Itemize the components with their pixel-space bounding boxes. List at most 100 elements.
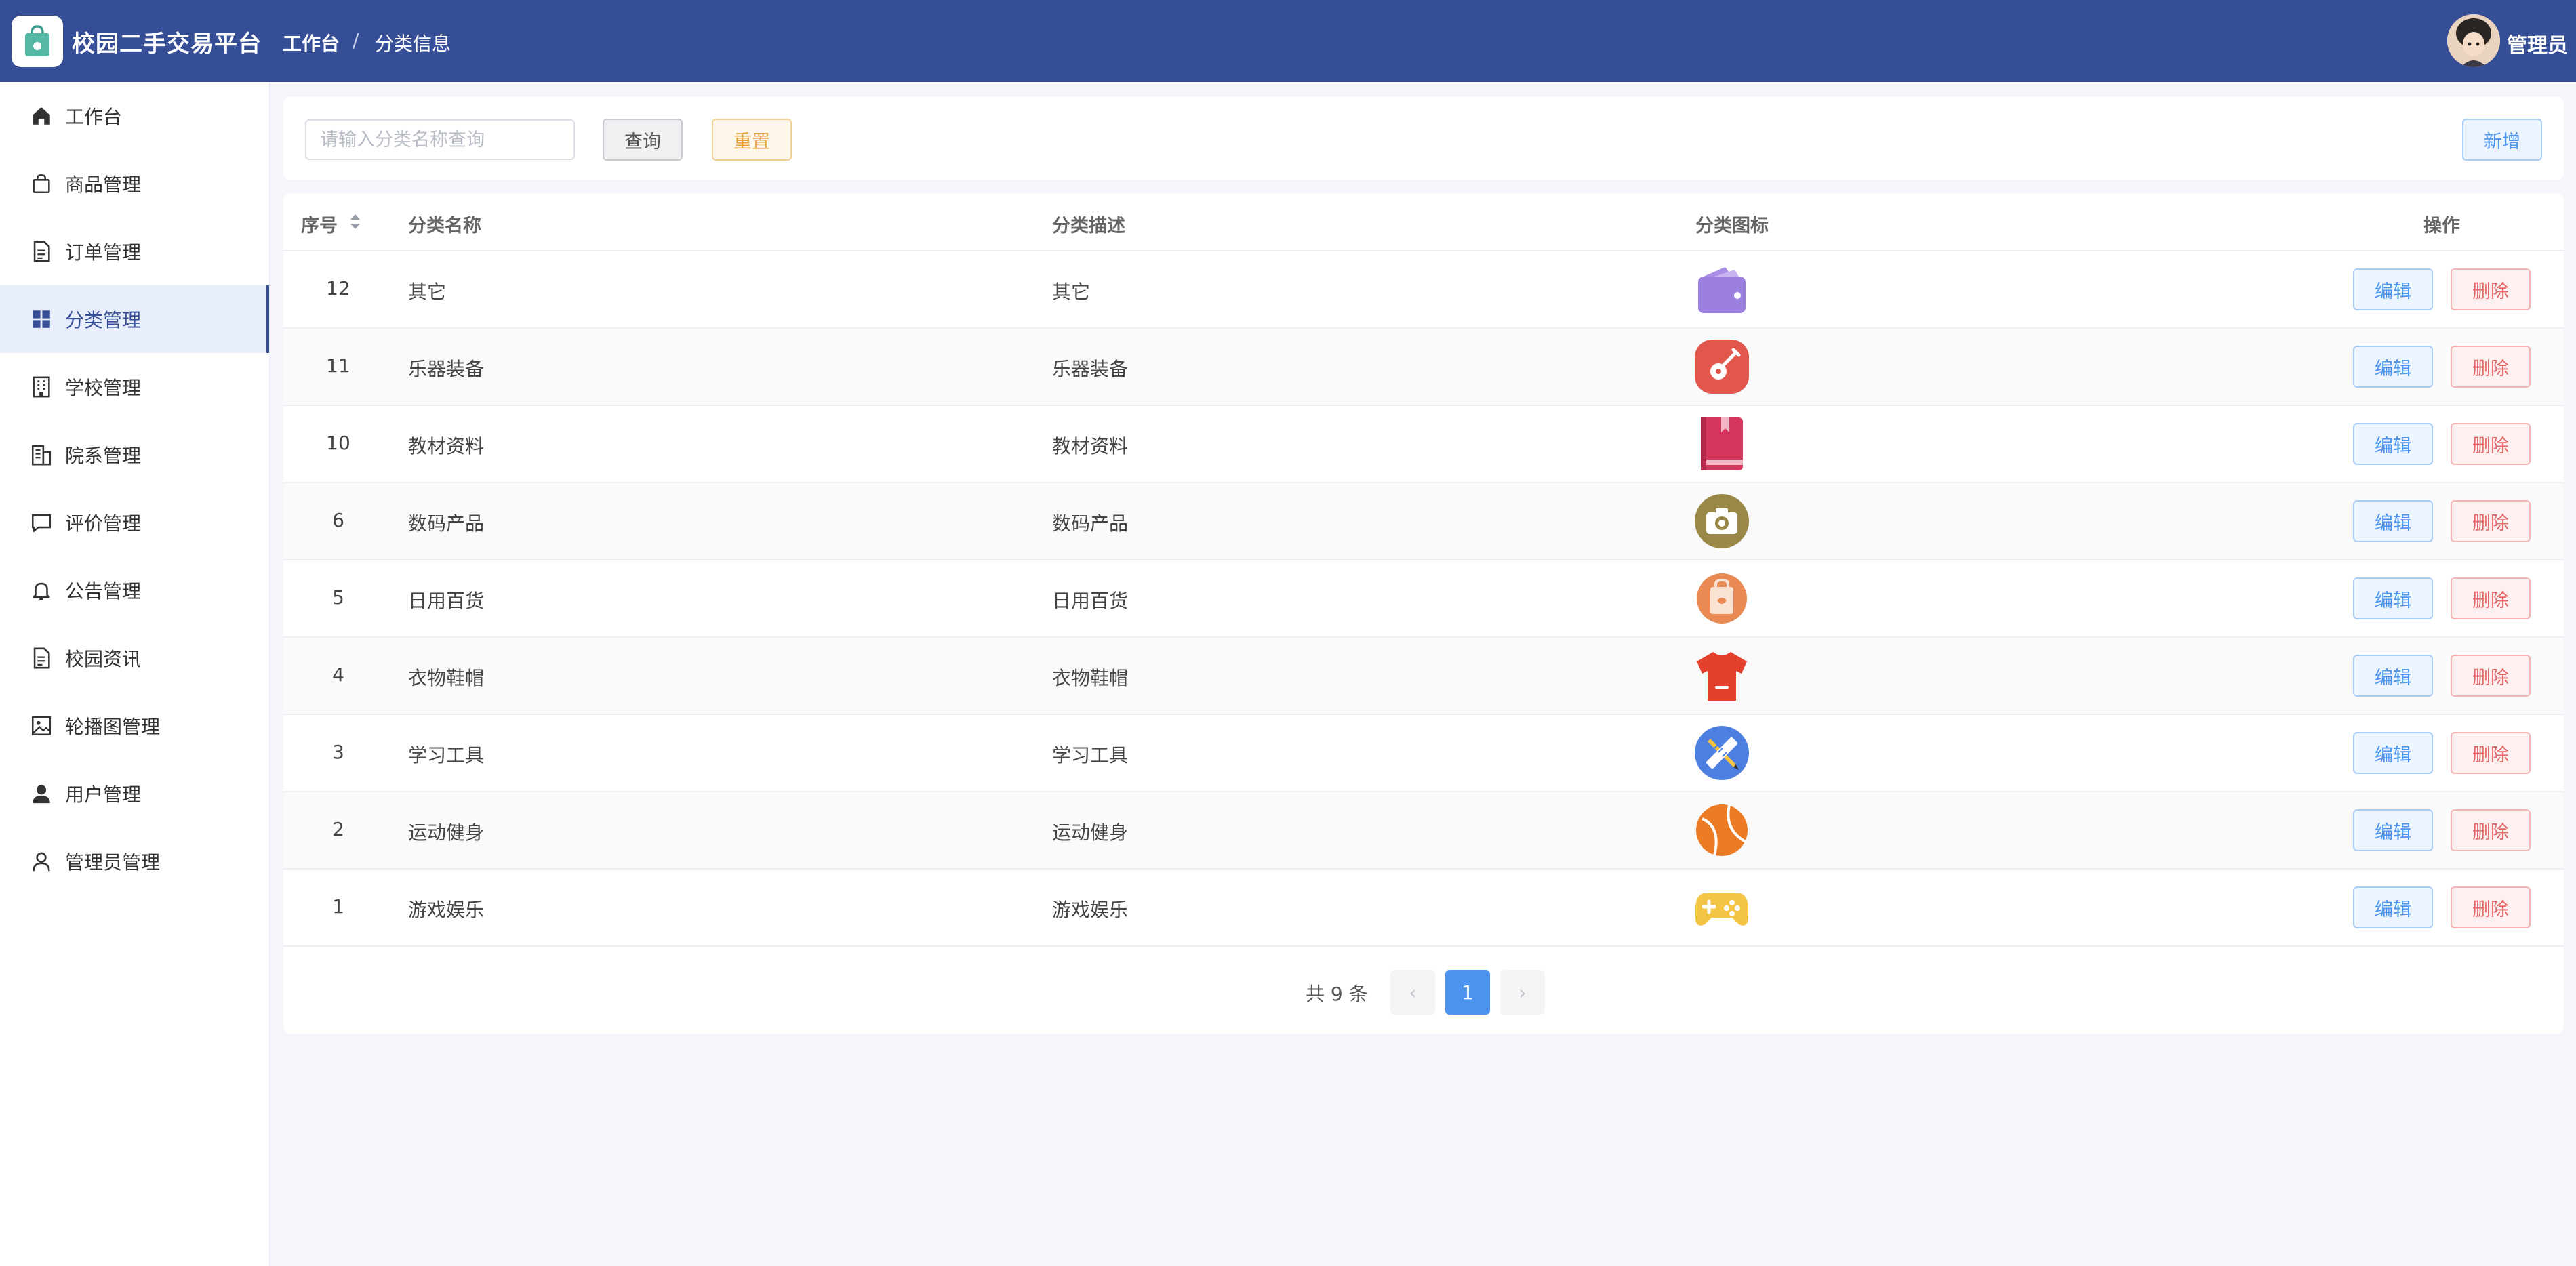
cell-id: 4 <box>332 663 344 686</box>
cell-desc: 其它 <box>1052 281 1091 303</box>
edit-button[interactable]: 编辑 <box>2353 268 2433 310</box>
shirt-icon <box>1697 652 1747 701</box>
edit-button[interactable]: 编辑 <box>2353 577 2433 619</box>
edit-button[interactable]: 编辑 <box>2353 732 2433 774</box>
cell-id: 12 <box>326 277 350 300</box>
edit-button[interactable]: 编辑 <box>2353 500 2433 542</box>
shopping-bag-icon <box>1697 573 1747 624</box>
sidebar-item-goods[interactable]: 商品管理 <box>0 150 269 218</box>
cell-id: 6 <box>332 509 344 531</box>
sidebar-item-orders[interactable]: 订单管理 <box>0 218 269 285</box>
cell-id: 5 <box>332 586 344 609</box>
sidebar-item-label: 轮播图管理 <box>65 716 161 738</box>
sidebar-item-categories[interactable]: 分类管理 <box>0 285 269 353</box>
grid-icon <box>33 310 50 328</box>
add-button[interactable]: 新增 <box>2462 119 2542 161</box>
breadcrumb-current: 分类信息 <box>375 33 451 55</box>
logo <box>12 16 63 67</box>
sidebar-item-departments[interactable]: 院系管理 <box>0 421 269 489</box>
cell-name: 其它 <box>408 281 447 303</box>
category-search-input[interactable] <box>305 119 575 160</box>
cell-name: 学习工具 <box>408 744 485 767</box>
cell-name: 衣物鞋帽 <box>408 667 485 689</box>
total-count: 共 9 条 <box>1306 983 1368 1005</box>
cell-id: 2 <box>332 818 344 840</box>
delete-button[interactable]: 删除 <box>2451 346 2531 388</box>
table-row: 4 衣物鞋帽 衣物鞋帽 编辑 删除 <box>283 638 2564 715</box>
wallet-icon <box>1698 267 1746 313</box>
edit-button[interactable]: 编辑 <box>2353 423 2433 465</box>
sort-caret-icon[interactable] <box>349 213 361 230</box>
prev-page-button[interactable]: ‹ <box>1390 970 1435 1015</box>
office-icon <box>31 445 52 466</box>
sidebar-item-label: 订单管理 <box>65 241 142 264</box>
sidebar-item-admins[interactable]: 管理员管理 <box>0 828 269 895</box>
sidebar-item-label: 院系管理 <box>65 445 142 467</box>
cell-id: 1 <box>332 895 344 918</box>
table-row: 2 运动健身 运动健身 编辑 删除 <box>283 792 2564 870</box>
sidebar-item-news[interactable]: 校园资讯 <box>0 624 269 692</box>
edit-button[interactable]: 编辑 <box>2353 809 2433 851</box>
sidebar: 工作台 商品管理 订单管理 分类管理 学校管理 院系管理 评价管理 公告管理 校… <box>0 82 270 1266</box>
table-row: 5 日用百货 日用百货 编辑 删除 <box>283 560 2564 638</box>
sidebar-item-notices[interactable]: 公告管理 <box>0 556 269 624</box>
delete-button[interactable]: 删除 <box>2451 886 2531 928</box>
sidebar-item-label: 校园资讯 <box>65 648 142 670</box>
camera-icon <box>1695 494 1749 548</box>
basketball-icon <box>1696 804 1748 856</box>
cell-id: 10 <box>326 432 350 454</box>
avatar[interactable] <box>2447 14 2500 67</box>
edit-button[interactable]: 编辑 <box>2353 886 2433 928</box>
delete-button[interactable]: 删除 <box>2451 268 2531 310</box>
top-header: 校园二手交易平台 工作台 / 分类信息 管理员 <box>0 0 2576 82</box>
cell-name: 运动健身 <box>408 821 485 844</box>
page-button-current[interactable]: 1 <box>1445 970 1490 1015</box>
table-row: 12 其它 其它 编辑 删除 <box>283 251 2564 329</box>
category-table: 序号 分类名称 分类描述 分类图标 操作 12 其它 其它 编辑 删除 1 1 乐… <box>283 193 2564 1034</box>
home-icon <box>33 107 50 125</box>
comment-icon <box>31 514 52 533</box>
delete-button[interactable]: 删除 <box>2451 500 2531 542</box>
cell-desc: 日用百货 <box>1052 590 1129 612</box>
cell-id: 3 <box>332 741 344 763</box>
cell-name: 游戏娱乐 <box>408 899 485 921</box>
delete-button[interactable]: 删除 <box>2451 577 2531 619</box>
column-header-icon: 分类图标 <box>1695 216 1769 237</box>
column-header-actions: 操作 <box>2423 216 2460 237</box>
book-icon <box>1701 417 1743 470</box>
next-page-button[interactable]: › <box>1500 970 1545 1015</box>
delete-button[interactable]: 删除 <box>2451 423 2531 465</box>
pagination: 共 9 条 ‹ 1 › <box>283 970 2564 1015</box>
delete-button[interactable]: 删除 <box>2451 732 2531 774</box>
delete-button[interactable]: 删除 <box>2451 655 2531 697</box>
column-header-id[interactable]: 序号 <box>301 211 338 237</box>
sidebar-item-banners[interactable]: 轮播图管理 <box>0 692 269 760</box>
edit-button[interactable]: 编辑 <box>2353 655 2433 697</box>
table-row: 10 教材资料 教材资料 编辑 删除 <box>283 406 2564 483</box>
table-header: 序号 分类名称 分类描述 分类图标 操作 <box>283 193 2564 251</box>
column-header-name: 分类名称 <box>408 216 481 237</box>
edit-button[interactable]: 编辑 <box>2353 346 2433 388</box>
cell-name: 教材资料 <box>408 435 485 457</box>
breadcrumb-separator: / <box>353 29 359 52</box>
user-icon <box>33 852 50 872</box>
cell-desc: 运动健身 <box>1052 821 1129 844</box>
user-name[interactable]: 管理员 <box>2507 28 2568 58</box>
sidebar-item-dashboard[interactable]: 工作台 <box>0 82 269 150</box>
sidebar-item-label: 商品管理 <box>65 173 142 196</box>
cell-desc: 衣物鞋帽 <box>1052 667 1129 689</box>
guitar-icon <box>1695 340 1749 394</box>
breadcrumb-home[interactable]: 工作台 <box>283 29 340 56</box>
sidebar-item-label: 用户管理 <box>65 783 142 806</box>
search-bar: 查询 重置 新增 <box>283 97 2564 180</box>
reset-button[interactable]: 重置 <box>712 119 792 161</box>
delete-button[interactable]: 删除 <box>2451 809 2531 851</box>
query-button[interactable]: 查询 <box>603 119 683 161</box>
sidebar-item-reviews[interactable]: 评价管理 <box>0 489 269 556</box>
user-filled-icon <box>33 785 50 804</box>
sidebar-item-schools[interactable]: 学校管理 <box>0 353 269 421</box>
cell-desc: 游戏娱乐 <box>1052 899 1129 921</box>
sidebar-item-users[interactable]: 用户管理 <box>0 760 269 828</box>
column-header-desc: 分类描述 <box>1052 216 1125 237</box>
cell-name: 乐器装备 <box>408 358 485 380</box>
